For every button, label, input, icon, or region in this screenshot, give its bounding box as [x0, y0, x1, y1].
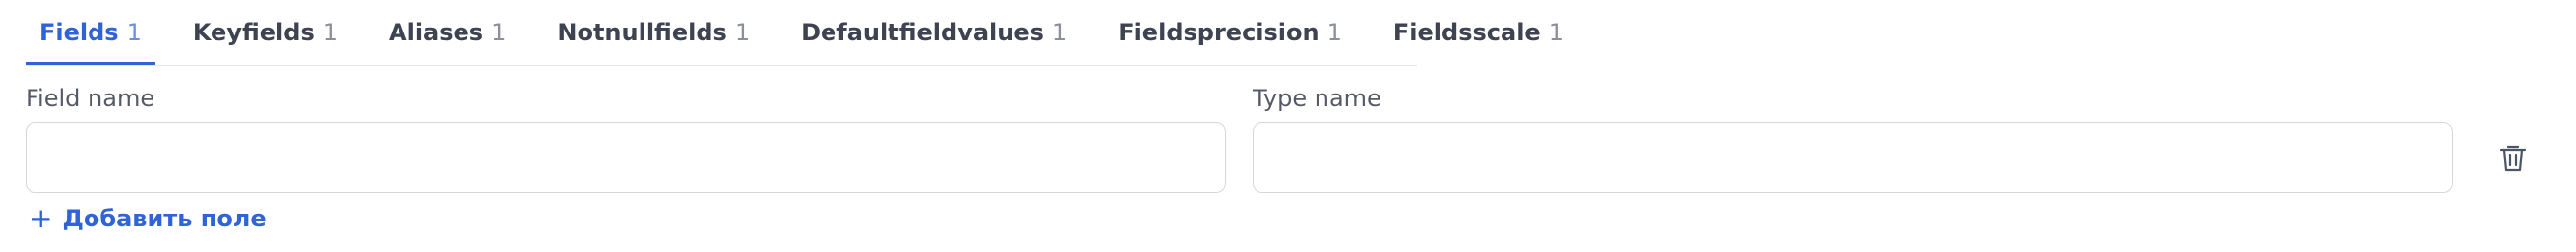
- tab-label: Defaultfieldvalues: [801, 18, 1044, 46]
- tab-label: Fields: [39, 18, 119, 46]
- tab-defaultfieldvalues[interactable]: Defaultfieldvalues 1: [787, 2, 1080, 65]
- tab-label: Notnullfields: [557, 18, 727, 46]
- field-name-label: Field name: [26, 85, 155, 112]
- add-field-button[interactable]: + Добавить поле: [30, 202, 267, 234]
- field-name-input[interactable]: [26, 122, 1226, 193]
- type-name-input[interactable]: [1253, 122, 2453, 193]
- tab-keyfields[interactable]: Keyfields 1: [179, 2, 351, 65]
- tab-label: Aliases: [389, 18, 484, 46]
- tab-count: 1: [1326, 18, 1342, 46]
- tab-fieldsprecision[interactable]: Fieldsprecision 1: [1104, 2, 1356, 65]
- trash-icon: [2499, 145, 2527, 172]
- tab-count: 1: [1051, 18, 1068, 46]
- tab-fields[interactable]: Fields 1: [26, 2, 155, 65]
- tab-notnullfields[interactable]: Notnullfields 1: [543, 2, 764, 65]
- fields-editor: Fields 1 Keyfields 1 Aliases 1 Notnullfi…: [0, 0, 2576, 252]
- delete-row-button[interactable]: [2495, 140, 2531, 175]
- tab-count: 1: [126, 18, 142, 46]
- tab-label: Keyfields: [192, 18, 315, 46]
- tab-count: 1: [734, 18, 751, 46]
- tab-aliases[interactable]: Aliases 1: [375, 2, 520, 65]
- tab-fieldsscale[interactable]: Fieldsscale 1: [1380, 2, 1577, 65]
- tab-bar: Fields 1 Keyfields 1 Aliases 1 Notnullfi…: [26, 0, 1564, 66]
- tab-count: 1: [322, 18, 338, 46]
- type-name-label: Type name: [1253, 85, 1381, 112]
- plus-icon: +: [30, 202, 53, 234]
- tab-label: Fieldsscale: [1392, 18, 1541, 46]
- tab-count: 1: [491, 18, 507, 46]
- tab-label: Fieldsprecision: [1118, 18, 1319, 46]
- tab-count: 1: [1548, 18, 1564, 46]
- add-field-label: Добавить поле: [62, 205, 267, 232]
